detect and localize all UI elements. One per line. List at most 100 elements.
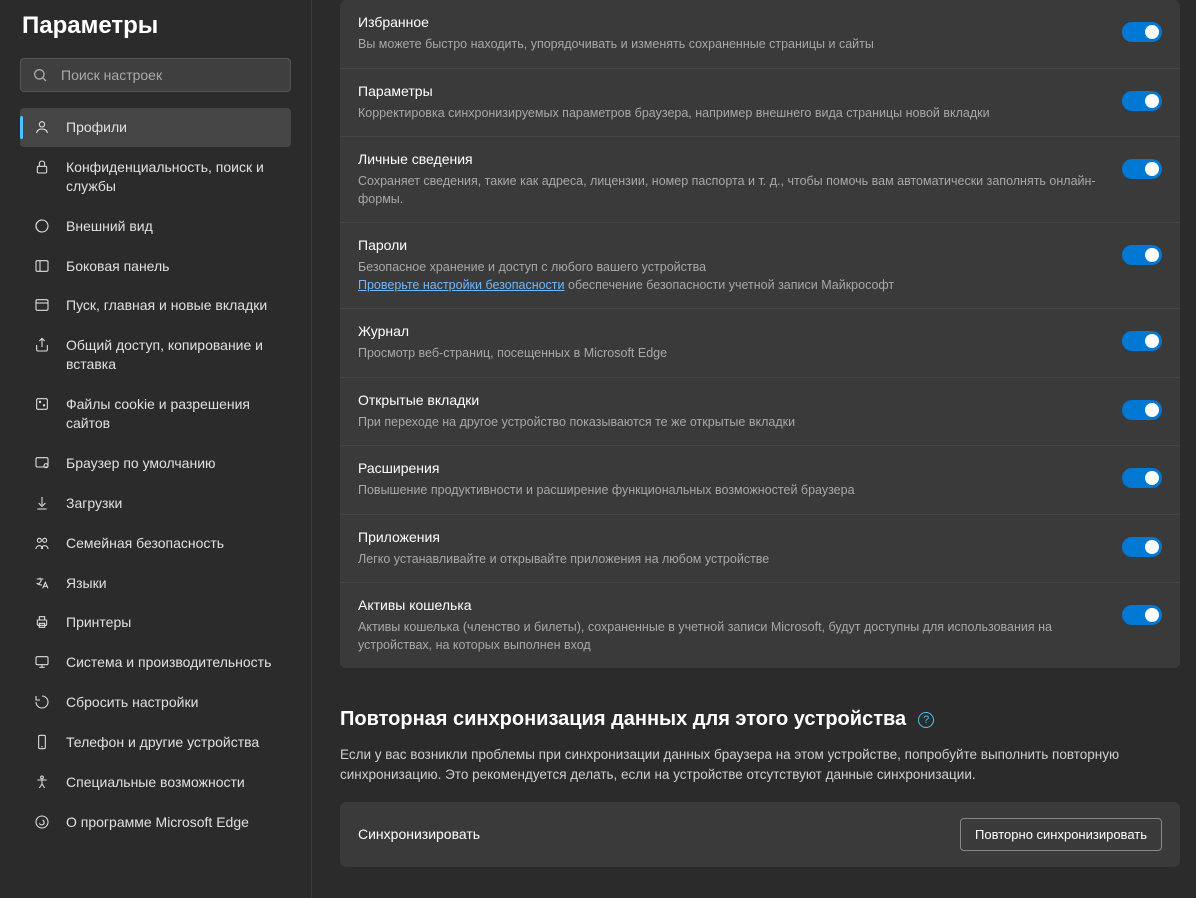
sidebar-item-9[interactable]: Семейная безопасность — [20, 524, 291, 563]
family-icon — [34, 535, 52, 551]
resync-note: Если у вас возникли проблемы при синхрон… — [340, 745, 1180, 786]
sidebar-item-label: Языки — [66, 574, 107, 593]
sync-toggle-2[interactable] — [1122, 159, 1162, 179]
sidebar-item-label: Семейная безопасность — [66, 534, 224, 553]
sidebar-item-2[interactable]: Внешний вид — [20, 207, 291, 246]
download-icon — [34, 495, 52, 511]
sidebar-item-label: Внешний вид — [66, 217, 153, 236]
profile-icon — [34, 119, 52, 135]
sync-toggle-0[interactable] — [1122, 22, 1162, 42]
info-icon[interactable]: ? — [918, 712, 934, 728]
search-wrap — [20, 58, 291, 92]
sidebar-item-3[interactable]: Боковая панель — [20, 247, 291, 286]
settings-sidebar: Параметры Профили Конфиденциальность, пои… — [0, 0, 312, 898]
sync-row-6: Расширения Повышение продуктивности и рас… — [340, 445, 1180, 514]
sidebar-item-label: Браузер по умолчанию — [66, 454, 216, 473]
sync-title: Параметры — [358, 83, 1102, 99]
sidebar-item-8[interactable]: Загрузки — [20, 484, 291, 523]
sync-row-5: Открытые вкладки При переходе на другое у… — [340, 377, 1180, 446]
printer-icon — [34, 614, 52, 630]
sidebar-item-10[interactable]: Языки — [20, 564, 291, 603]
sync-desc: Легко устанавливайте и открывайте прилож… — [358, 551, 1102, 569]
accessibility-icon — [34, 774, 52, 790]
page-title: Параметры — [20, 12, 291, 40]
sidebar-item-label: Профили — [66, 118, 127, 137]
security-settings-link[interactable]: Проверьте настройки безопасности — [358, 278, 565, 292]
reset-icon — [34, 694, 52, 710]
resync-label: Синхронизировать — [358, 826, 480, 842]
sidebar-item-16[interactable]: О программе Microsoft Edge — [20, 803, 291, 842]
sidebar-item-label: Сбросить настройки — [66, 693, 198, 712]
sync-desc: Просмотр веб-страниц, посещенных в Micro… — [358, 345, 1102, 363]
sync-title: Личные сведения — [358, 151, 1102, 167]
sidebar-item-label: Специальные возможности — [66, 773, 245, 792]
sidebar-item-label: Конфиденциальность, поиск и службы — [66, 158, 277, 196]
sync-desc: Вы можете быстро находить, упорядочивать… — [358, 36, 1102, 54]
sync-desc: Безопасное хранение и доступ с любого ва… — [358, 259, 1102, 294]
sync-row-0: ИзбранноеВы можете быстро находить, упор… — [340, 0, 1180, 68]
sidebar-item-4[interactable]: Пуск, главная и новые вкладки — [20, 286, 291, 325]
sync-row-8: Активы кошелька Активы кошелька (членство… — [340, 582, 1180, 668]
sync-title: Пароли — [358, 237, 1102, 253]
sync-desc: Сохраняет сведения, такие как адреса, ли… — [358, 173, 1102, 208]
sync-row-4: Журнал Просмотр веб-страниц, посещенных в… — [340, 308, 1180, 377]
sidebar-item-label: Боковая панель — [66, 257, 169, 276]
sidebar-item-5[interactable]: Общий доступ, копирование и вставка — [20, 326, 291, 384]
sync-desc: Повышение продуктивности и расширение фу… — [358, 482, 1102, 500]
language-icon — [34, 575, 52, 591]
sync-title: Журнал — [358, 323, 1102, 339]
phone-icon — [34, 734, 52, 750]
sync-title: Приложения — [358, 529, 1102, 545]
sync-options-panel: ИзбранноеВы можете быстро находить, упор… — [340, 0, 1180, 668]
resync-heading-row: Повторная синхронизация данных для этого… — [340, 708, 1180, 731]
sync-row-2: Личные сведения Сохраняет сведения, такие… — [340, 136, 1180, 222]
sync-desc: При переходе на другое устройство показы… — [358, 414, 1102, 432]
appearance-icon — [34, 218, 52, 234]
sync-title: Открытые вкладки — [358, 392, 1102, 408]
sync-row-7: Приложения Легко устанавливайте и открыва… — [340, 514, 1180, 583]
resync-button[interactable]: Повторно синхронизировать — [960, 818, 1162, 851]
search-input[interactable] — [20, 58, 291, 92]
sidebar-item-13[interactable]: Сбросить настройки — [20, 683, 291, 722]
system-icon — [34, 654, 52, 670]
sync-toggle-3[interactable] — [1122, 245, 1162, 265]
sync-title: Расширения — [358, 460, 1102, 476]
search-icon — [32, 67, 48, 83]
sidebar-item-1[interactable]: Конфиденциальность, поиск и службы — [20, 148, 291, 206]
sync-row-3: Пароли Безопасное хранение и доступ с люб… — [340, 222, 1180, 308]
sidebar-item-label: Пуск, главная и новые вкладки — [66, 296, 267, 315]
sidebar-item-label: Загрузки — [66, 494, 122, 513]
sync-toggle-6[interactable] — [1122, 468, 1162, 488]
sidebar-item-11[interactable]: Принтеры — [20, 603, 291, 642]
share-icon — [34, 337, 52, 353]
resync-row: Синхронизировать Повторно синхронизирова… — [340, 802, 1180, 867]
sidebar-item-7[interactable]: Браузер по умолчанию — [20, 444, 291, 483]
sidebar-item-6[interactable]: Файлы cookie и разрешения сайтов — [20, 385, 291, 443]
cookies-icon — [34, 396, 52, 412]
main-content: ИзбранноеВы можете быстро находить, упор… — [312, 0, 1196, 898]
sidebar-item-15[interactable]: Специальные возможности — [20, 763, 291, 802]
sync-toggle-7[interactable] — [1122, 537, 1162, 557]
sidebar-item-label: Телефон и другие устройства — [66, 733, 259, 752]
sidebar-item-label: Общий доступ, копирование и вставка — [66, 336, 277, 374]
nav-list: Профили Конфиденциальность, поиск и служб… — [20, 108, 291, 842]
sidebar-icon — [34, 258, 52, 274]
sync-toggle-5[interactable] — [1122, 400, 1162, 420]
sync-toggle-8[interactable] — [1122, 605, 1162, 625]
sidebar-item-0[interactable]: Профили — [20, 108, 291, 147]
resync-heading: Повторная синхронизация данных для этого… — [340, 708, 906, 731]
start-icon — [34, 297, 52, 313]
sync-desc: Корректировка синхронизируемых параметро… — [358, 105, 1102, 123]
sidebar-item-label: Принтеры — [66, 613, 131, 632]
sync-toggle-1[interactable] — [1122, 91, 1162, 111]
sidebar-item-label: Файлы cookie и разрешения сайтов — [66, 395, 277, 433]
sync-desc: Активы кошелька (членство и билеты), сох… — [358, 619, 1102, 654]
sync-title: Активы кошелька — [358, 597, 1102, 613]
lock-icon — [34, 159, 52, 175]
sidebar-item-14[interactable]: Телефон и другие устройства — [20, 723, 291, 762]
sidebar-item-12[interactable]: Система и производительность — [20, 643, 291, 682]
sync-toggle-4[interactable] — [1122, 331, 1162, 351]
about-icon — [34, 814, 52, 830]
default-browser-icon — [34, 455, 52, 471]
sidebar-item-label: О программе Microsoft Edge — [66, 813, 249, 832]
